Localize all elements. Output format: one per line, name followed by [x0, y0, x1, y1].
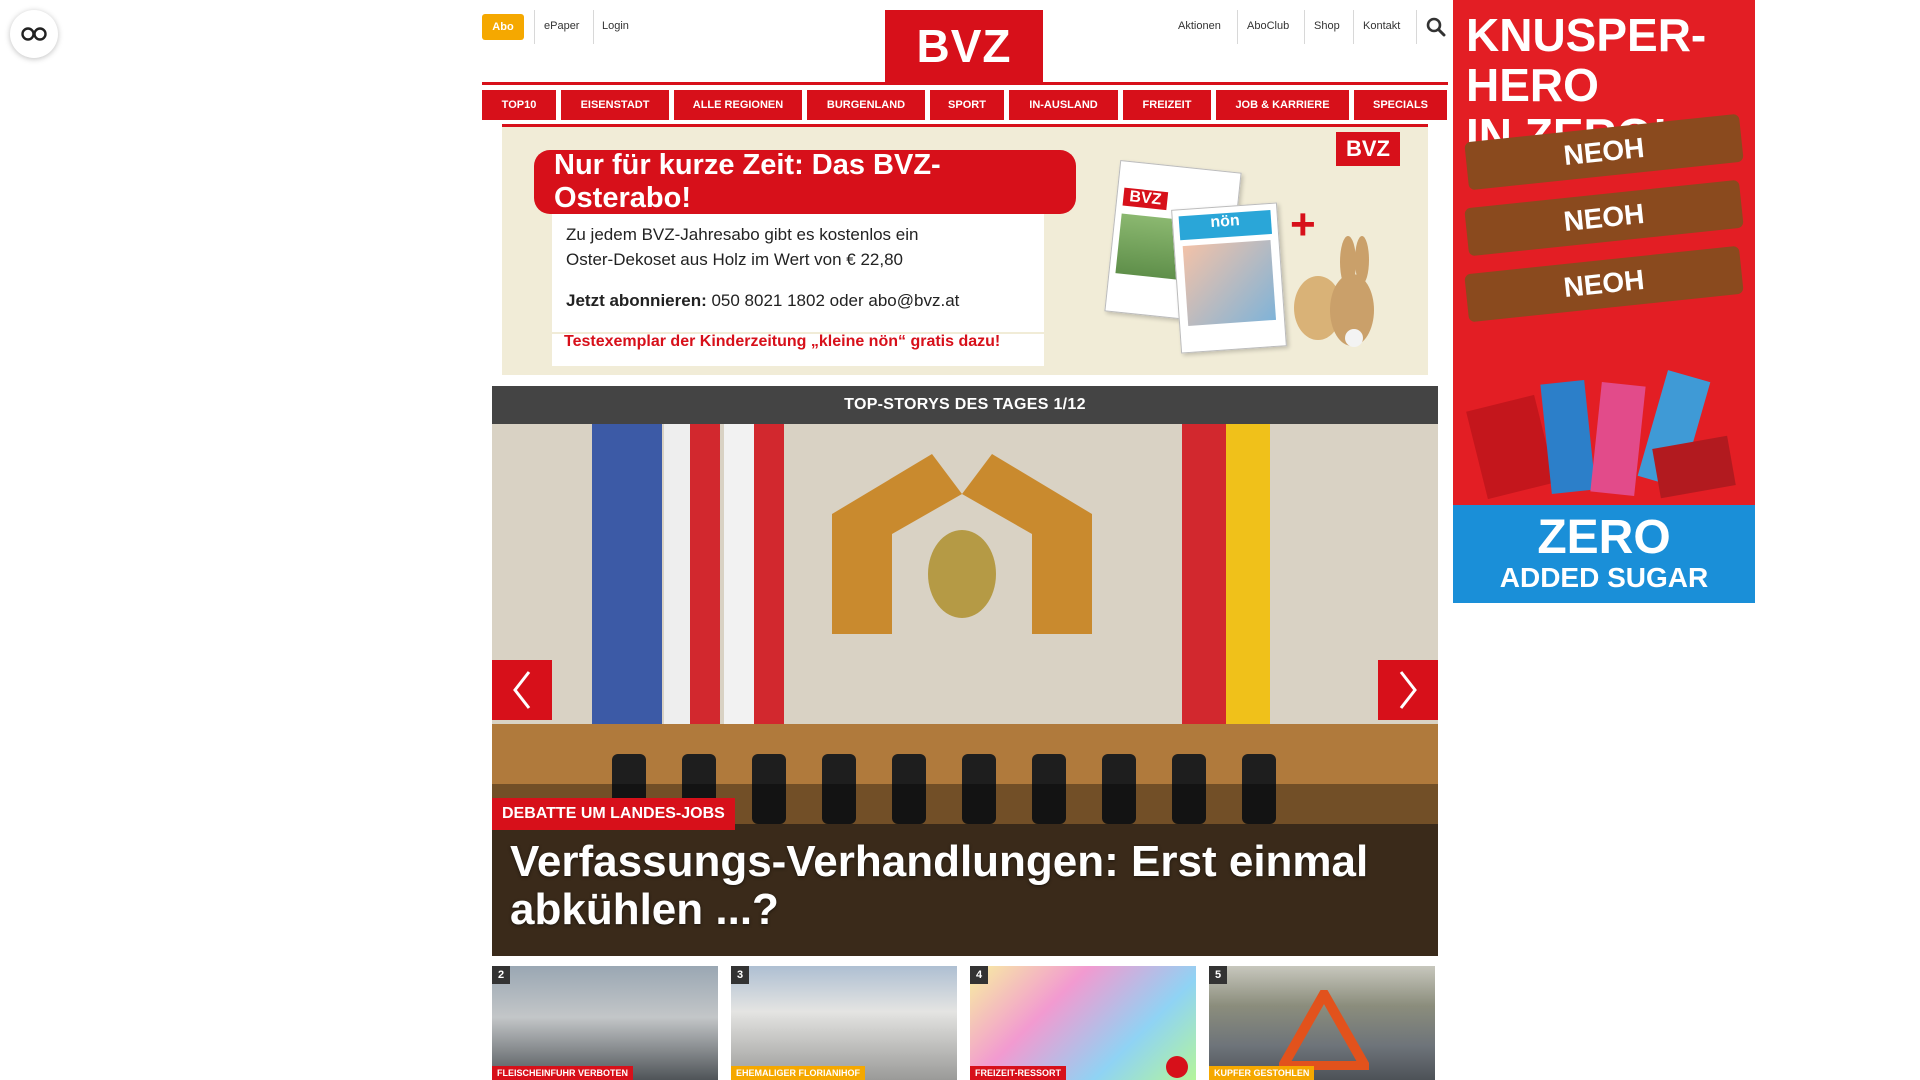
search-icon[interactable]: [1426, 17, 1446, 42]
header-rule: [482, 82, 1448, 85]
story-tag: FLEISCHEINFUHR VERBOTEN: [492, 1066, 634, 1080]
nav-item-in-ausland[interactable]: IN-AUSLAND: [1009, 90, 1118, 120]
promo-footer: Testexemplar der Kinderzeitung „kleine n…: [564, 333, 1001, 350]
kontakt-link[interactable]: Kontakt: [1363, 20, 1400, 32]
epaper-link[interactable]: ePaper: [544, 20, 579, 32]
story-thumb-5[interactable]: 5 KUPFER GESTOHLEN: [1209, 966, 1435, 1080]
nav-item-specials[interactable]: SPECIALS: [1354, 90, 1447, 120]
nav-item-freizeit[interactable]: FREIZEIT: [1123, 90, 1211, 120]
main-nav: TOP10 EISENSTADT ALLE REGIONEN BURGENLAN…: [482, 90, 1448, 120]
next-story-button[interactable]: [1378, 660, 1438, 720]
nav-item-eisenstadt[interactable]: EISENSTADT: [561, 90, 669, 120]
chevron-left-icon: [513, 671, 531, 709]
ad-bar-text: NEOH: [1562, 197, 1646, 238]
glasses-icon: [21, 27, 47, 41]
aktionen-link[interactable]: Aktionen: [1178, 20, 1221, 32]
ad-footer-line-2: ADDED SUGAR: [1499, 562, 1709, 593]
divider: [1237, 10, 1238, 44]
hero-title[interactable]: Verfassungs-Verhandlungen: Erst einmal a…: [510, 838, 1410, 934]
story-number: 2: [492, 966, 510, 984]
story-thumb-3[interactable]: 3 EHEMALIGER FLORIANIHOF: [731, 966, 957, 1080]
warning-triangle-image: [1279, 990, 1369, 1070]
promo-line-2: Oster-Dekoset aus Holz im Wert von € 22,…: [566, 250, 903, 269]
story-number: 3: [731, 966, 749, 984]
ad-bar-text: NEOH: [1562, 131, 1646, 172]
story-thumb-4[interactable]: 4 FREIZEIT-RESSORT: [970, 966, 1196, 1080]
divider: [534, 10, 535, 44]
story-number: 4: [970, 966, 988, 984]
camera-icon: [1166, 1056, 1188, 1078]
kinderzeitung-label: nön: [1178, 209, 1273, 241]
divider: [1304, 10, 1305, 44]
promo-line-1: Zu jedem BVZ-Jahresabo gibt es kostenlos…: [566, 225, 919, 244]
promo-cta-contact: 050 8021 1802 oder abo@bvz.at: [706, 291, 960, 310]
top-stories-heading: TOP-STORYS DES TAGES 1/12: [492, 386, 1438, 424]
story-tag: FREIZEIT-RESSORT: [970, 1066, 1067, 1080]
aboclub-link[interactable]: AboClub: [1247, 20, 1289, 32]
story-number: 5: [1209, 966, 1227, 984]
divider: [1416, 10, 1417, 44]
abo-button[interactable]: Abo: [482, 14, 524, 40]
hero-kicker[interactable]: DEBATTE UM LANDES-JOBS: [492, 798, 735, 830]
accessibility-button[interactable]: [10, 10, 58, 58]
kinderzeitung-image: nön: [1171, 202, 1287, 354]
promo-bvz-logo: BVZ: [1336, 132, 1400, 166]
promo-headline: Nur für kurze Zeit: Das BVZ-Osterabo!: [534, 149, 1076, 214]
bvz-logo[interactable]: BVZ: [885, 10, 1043, 82]
promo-cta-label: Jetzt abonnieren:: [566, 291, 707, 310]
ad-footer-line-1: ZERO: [1537, 511, 1671, 564]
ad-bar-text: NEOH: [1562, 263, 1646, 304]
divider: [593, 10, 594, 44]
login-link[interactable]: Login: [602, 20, 629, 32]
nav-item-job-karriere[interactable]: JOB & KARRIERE: [1216, 90, 1349, 120]
story-thumb-2[interactable]: 2 FLEISCHEINFUHR VERBOTEN: [492, 966, 718, 1080]
story-tag: EHEMALIGER FLORIANIHOF: [731, 1066, 865, 1080]
nav-item-top10[interactable]: TOP10: [482, 90, 556, 120]
nav-item-sport[interactable]: SPORT: [930, 90, 1004, 120]
easter-decor-image: [1290, 226, 1380, 356]
story-tag: KUPFER GESTOHLEN: [1209, 1066, 1315, 1080]
nav-item-alle-regionen[interactable]: ALLE REGIONEN: [674, 90, 802, 120]
prev-story-button[interactable]: [492, 660, 552, 720]
nav-item-burgenland[interactable]: BURGENLAND: [807, 90, 925, 120]
shop-link[interactable]: Shop: [1314, 20, 1340, 32]
ad-product-pack-image: [1466, 362, 1746, 502]
promo-cta: Jetzt abonnieren: 050 8021 1802 oder abo…: [566, 288, 959, 313]
ad-footer: ZERO ADDED SUGAR: [1453, 505, 1755, 603]
chevron-right-icon: [1399, 671, 1417, 709]
ad-title-line-1: KNUSPER-HERO: [1466, 9, 1707, 111]
divider: [1353, 10, 1354, 44]
